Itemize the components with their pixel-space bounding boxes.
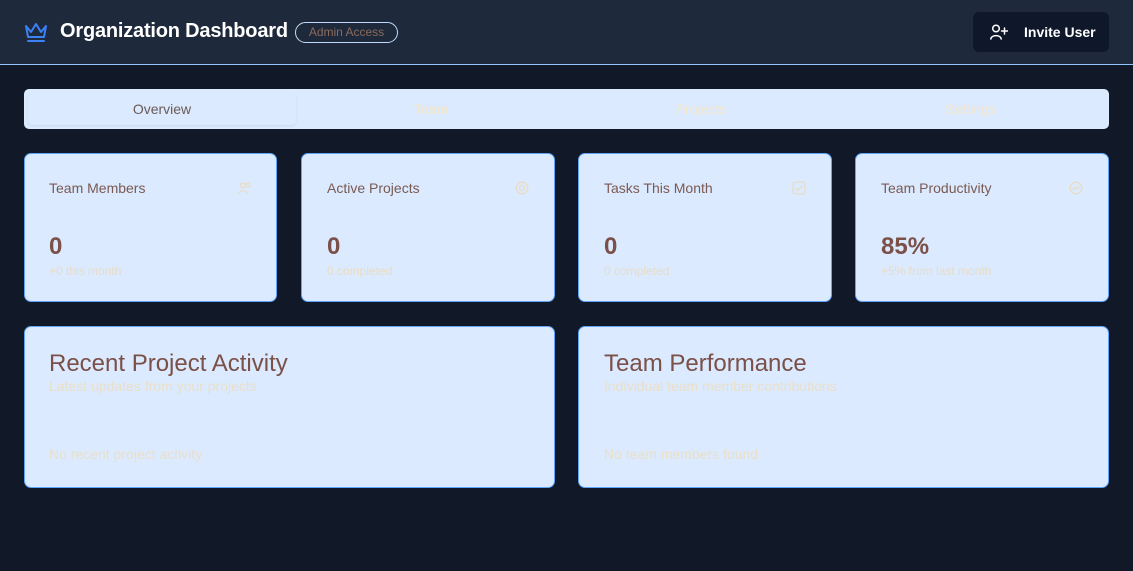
team-performance-panel: Team Performance Individual team member …	[578, 326, 1109, 488]
stat-subtext: 0 completed	[327, 264, 393, 278]
stat-card-active-projects: Active Projects 0 0 completed	[301, 153, 555, 302]
tab-overview[interactable]: Overview	[28, 93, 296, 125]
users-icon	[238, 182, 251, 194]
panel-subtitle: Individual team member contributions	[604, 378, 837, 394]
tab-projects[interactable]: Projects	[566, 93, 836, 125]
stat-value: 0	[49, 233, 63, 260]
panel-title: Team Performance	[604, 350, 807, 377]
trend-icon	[1069, 181, 1083, 195]
stat-value: 0	[604, 233, 618, 260]
empty-state-text: No team members found	[604, 446, 759, 462]
stat-subtext: 0 completed	[604, 264, 670, 278]
stat-value: 0	[327, 233, 341, 260]
stat-card-tasks: Tasks This Month 0 0 completed	[578, 153, 832, 302]
panel-subtitle: Latest updates from your projects	[49, 378, 257, 394]
page-title: Organization Dashboard	[60, 20, 288, 42]
tab-bar: Overview Team Projects Settings	[24, 89, 1109, 129]
invite-user-label: Invite User	[1024, 24, 1096, 40]
invite-user-button[interactable]: Invite User	[973, 12, 1109, 52]
stat-value: 85%	[881, 233, 930, 260]
stat-label: Active Projects	[327, 180, 420, 196]
crown-icon	[25, 23, 47, 42]
check-icon	[792, 181, 806, 195]
stat-label: Tasks This Month	[604, 180, 713, 196]
stat-subtext: +0 this month	[49, 264, 122, 278]
stat-subtext: +5% from last month	[881, 264, 992, 278]
tab-settings[interactable]: Settings	[836, 93, 1105, 125]
recent-activity-panel: Recent Project Activity Latest updates f…	[24, 326, 555, 488]
stat-label: Team Productivity	[881, 180, 992, 196]
empty-state-text: No recent project activity	[49, 446, 203, 462]
tab-team[interactable]: Team	[296, 93, 566, 125]
admin-access-badge: Admin Access	[295, 22, 398, 43]
user-plus-icon	[990, 24, 1008, 40]
folder-icon	[515, 181, 529, 195]
panel-title: Recent Project Activity	[49, 350, 288, 377]
top-bar: Organization Dashboard Admin Access Invi…	[0, 0, 1133, 65]
stat-label: Team Members	[49, 180, 146, 196]
stat-card-productivity: Team Productivity 85% +5% from last mont…	[855, 153, 1109, 302]
stat-card-team-members: Team Members 0 +0 this month	[24, 153, 277, 302]
